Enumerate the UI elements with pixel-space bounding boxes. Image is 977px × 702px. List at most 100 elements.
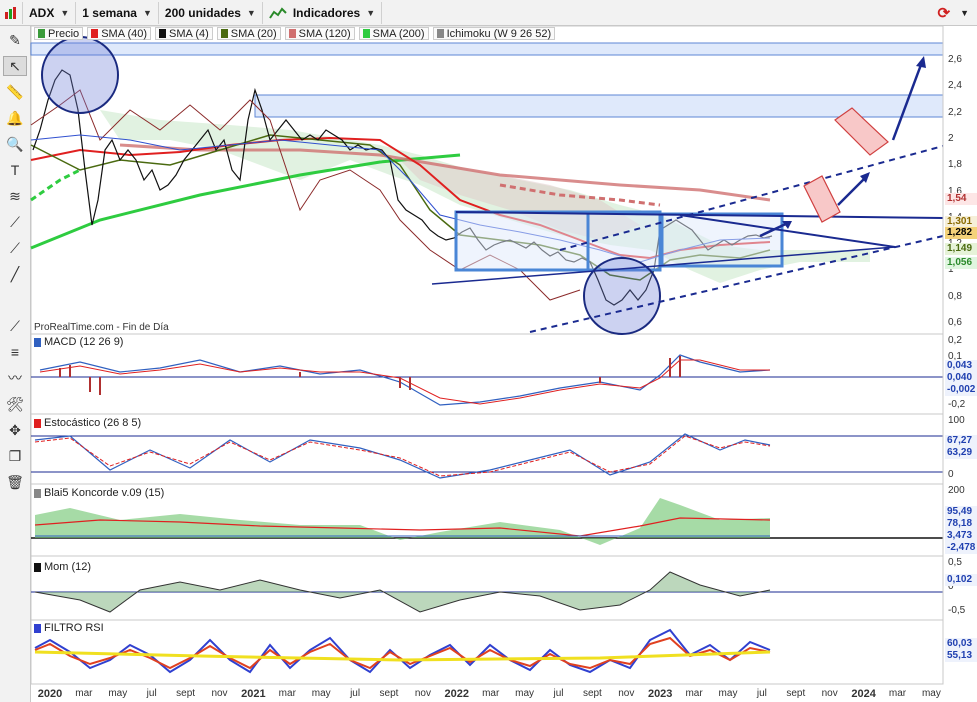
panel-swatch: [34, 562, 41, 572]
panel-title-label: Mom (12): [44, 561, 92, 573]
legend-swatch: [91, 29, 99, 38]
panel-swatch: [34, 418, 41, 428]
price-tag: 1,282: [945, 227, 977, 239]
x-month-label: may: [718, 688, 738, 699]
legend-label: SMA (40): [101, 27, 148, 40]
x-month-label: mar: [75, 688, 93, 699]
price-tag: 1,54: [945, 193, 977, 205]
panel-value-tag: 67,27: [945, 435, 977, 447]
x-month-label: nov: [414, 688, 431, 699]
legend-swatch: [362, 29, 370, 38]
legend-item[interactable]: SMA (20): [216, 27, 281, 40]
x-year-label: 2020: [37, 688, 63, 700]
indicator-legend: Precio SMA (40) SMA (4) SMA (20) SMA (120) SM…: [34, 27, 556, 40]
x-year-label: 2024: [851, 688, 876, 700]
legend-item[interactable]: SMA (40): [87, 27, 152, 40]
panel-title[interactable]: Estocástico (26 8 5): [34, 417, 142, 429]
legend-item[interactable]: SMA (4): [155, 27, 213, 40]
resistance-zone-mid: [254, 94, 944, 118]
legend-label: SMA (20): [230, 27, 277, 40]
panel-title-label: Blai5 Koncorde v.09 (15): [44, 487, 165, 499]
chart-canvas[interactable]: [0, 0, 977, 702]
legend-label: SMA (120): [298, 27, 351, 40]
panel-swatch: [34, 623, 41, 633]
legend-swatch: [220, 29, 228, 38]
panel-swatch: [34, 488, 41, 498]
x-month-label: may: [515, 688, 535, 699]
legend-swatch: [38, 29, 45, 38]
x-month-label: mar: [482, 688, 500, 699]
panel-tick: 0,2: [948, 335, 962, 346]
panel-value-tag: 55,13: [945, 650, 977, 662]
x-month-label: nov: [211, 688, 228, 699]
legend-item[interactable]: Ichimoku (W 9 26 52): [432, 27, 556, 40]
panel-tick: 0,5: [948, 557, 962, 568]
resistance-zone-top: [30, 42, 944, 56]
panel-value-tag: -0,002: [945, 384, 977, 396]
panel-title[interactable]: Mom (12): [34, 561, 92, 573]
price-tag: 1,056: [945, 257, 977, 269]
panel-tick: 100: [948, 415, 965, 426]
range-box-1: [454, 210, 590, 272]
price-tick: 2,2: [948, 106, 962, 118]
panel-value-tag: 3,473: [945, 530, 977, 542]
panel-swatch: [34, 337, 41, 347]
x-month-label: may: [311, 688, 331, 699]
legend-label: SMA (200): [372, 27, 425, 40]
x-month-label: jul: [350, 688, 361, 699]
x-month-label: may: [108, 688, 128, 699]
x-month-label: jul: [146, 688, 157, 699]
price-tick: 1,8: [948, 159, 962, 171]
price-tick: 0,6: [948, 317, 962, 328]
panel-value-tag: 0,043: [945, 360, 977, 372]
panel-value-tag: 60,03: [945, 638, 977, 650]
x-month-label: mar: [888, 688, 907, 699]
price-tick: 2: [948, 132, 954, 144]
x-month-label: jul: [553, 688, 564, 699]
legend-item[interactable]: SMA (200): [358, 27, 429, 40]
price-tick: 2,6: [948, 54, 962, 65]
panel-title[interactable]: Blai5 Koncorde v.09 (15): [34, 487, 165, 499]
price-tag: 1,149: [945, 243, 977, 255]
x-month-label: sept: [176, 688, 196, 699]
x-month-label: mar: [278, 688, 296, 699]
panel-tick: 200: [948, 485, 965, 496]
panel-title[interactable]: FILTRO RSI: [34, 622, 104, 634]
x-year-label: 2023: [647, 688, 673, 700]
watermark: ProRealTime.com - Fin de Día: [34, 322, 169, 333]
x-year-label: 2021: [241, 688, 266, 700]
price-tick: 0,8: [948, 290, 962, 302]
panel-title-label: FILTRO RSI: [44, 622, 104, 634]
x-month-label: nov: [618, 688, 635, 699]
panel-title-label: Estocástico (26 8 5): [44, 417, 142, 429]
panel-value-tag: 95,49: [945, 506, 977, 518]
x-month-label: sept: [786, 688, 806, 699]
panel-tick: -0,5: [948, 605, 966, 616]
x-month-label: nov: [821, 688, 838, 699]
x-month-label: sept: [379, 688, 399, 699]
x-year-label: 2022: [444, 688, 470, 700]
legend-item[interactable]: Precio: [34, 27, 84, 40]
panel-value-tag: 63,29: [945, 447, 977, 459]
panel-value-tag: 78,18: [945, 518, 977, 530]
x-month-label: sept: [582, 688, 602, 699]
price-tick: 2,4: [948, 80, 962, 92]
legend-label: Precio: [48, 27, 80, 40]
x-month-label: mar: [685, 688, 703, 699]
legend-swatch: [288, 29, 296, 38]
panel-value-tag: 0,040: [945, 372, 977, 384]
panel-title[interactable]: MACD (12 26 9): [34, 336, 124, 348]
legend-item[interactable]: SMA (120): [284, 27, 355, 40]
panel-value-tag: -2,478: [945, 542, 977, 554]
legend-label: SMA (4): [169, 27, 209, 40]
legend-swatch: [159, 29, 167, 38]
panel-tick: -0,2: [948, 399, 966, 410]
x-month-label: may: [921, 688, 941, 699]
panel-value-tag: 0,102: [945, 574, 977, 586]
top-circle: [41, 36, 119, 114]
legend-swatch: [436, 29, 444, 38]
x-month-label: jul: [756, 688, 767, 699]
panel-tick: 0: [948, 469, 954, 480]
legend-label: Ichimoku (W 9 26 52): [446, 27, 552, 40]
panel-title-label: MACD (12 26 9): [44, 336, 124, 348]
